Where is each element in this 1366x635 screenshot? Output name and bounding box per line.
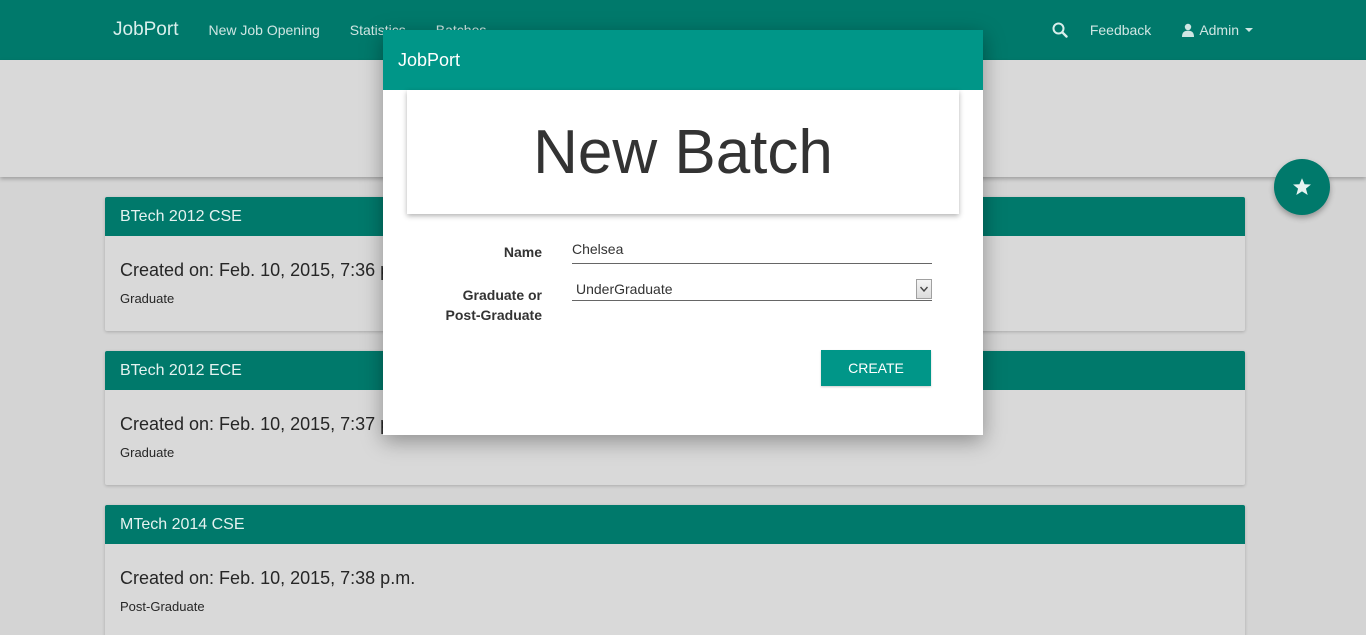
chevron-down-icon — [1245, 28, 1253, 32]
search-icon[interactable] — [1052, 22, 1068, 38]
modal-hero: New Batch — [407, 90, 959, 214]
nav-feedback[interactable]: Feedback — [1090, 22, 1151, 38]
brand-link[interactable]: JobPort — [113, 19, 178, 41]
favorite-fab-button[interactable] — [1274, 159, 1330, 215]
select-arrow-icon[interactable] — [916, 279, 932, 299]
admin-dropdown[interactable]: Admin — [1181, 22, 1253, 38]
batch-type: Graduate — [120, 445, 175, 460]
graduate-select-value: UnderGraduate — [576, 281, 673, 297]
graduate-label-line1: Graduate or — [462, 287, 542, 303]
batch-card: MTech 2014 CSE Created on: Feb. 10, 2015… — [105, 505, 1245, 635]
name-input[interactable] — [572, 234, 932, 264]
new-batch-modal: JobPort New Batch Name Graduate or Post-… — [383, 30, 983, 435]
batch-card-title[interactable]: MTech 2014 CSE — [105, 505, 1245, 544]
batch-created-date: Created on: Feb. 10, 2015, 7:38 p.m. — [120, 568, 416, 588]
name-label: Name — [503, 244, 542, 260]
admin-label: Admin — [1199, 22, 1239, 38]
create-button[interactable]: CREATE — [821, 350, 931, 386]
graduate-label: Graduate or Post-Graduate — [383, 285, 542, 325]
graduate-select[interactable]: UnderGraduate — [572, 278, 932, 301]
star-icon — [1293, 178, 1311, 195]
user-icon — [1182, 23, 1195, 37]
chevron-down-icon — [920, 286, 928, 292]
batch-card-body: Created on: Feb. 10, 2015, 7:38 p.m. Pos… — [105, 544, 1245, 614]
nav-right: Feedback Admin — [1052, 0, 1253, 60]
batch-type: Post-Graduate — [120, 599, 205, 614]
graduate-label-line2: Post-Graduate — [445, 307, 542, 323]
modal-title: New Batch — [533, 117, 833, 187]
modal-header: JobPort — [383, 30, 983, 90]
nav-new-job-opening[interactable]: New Job Opening — [208, 22, 319, 38]
